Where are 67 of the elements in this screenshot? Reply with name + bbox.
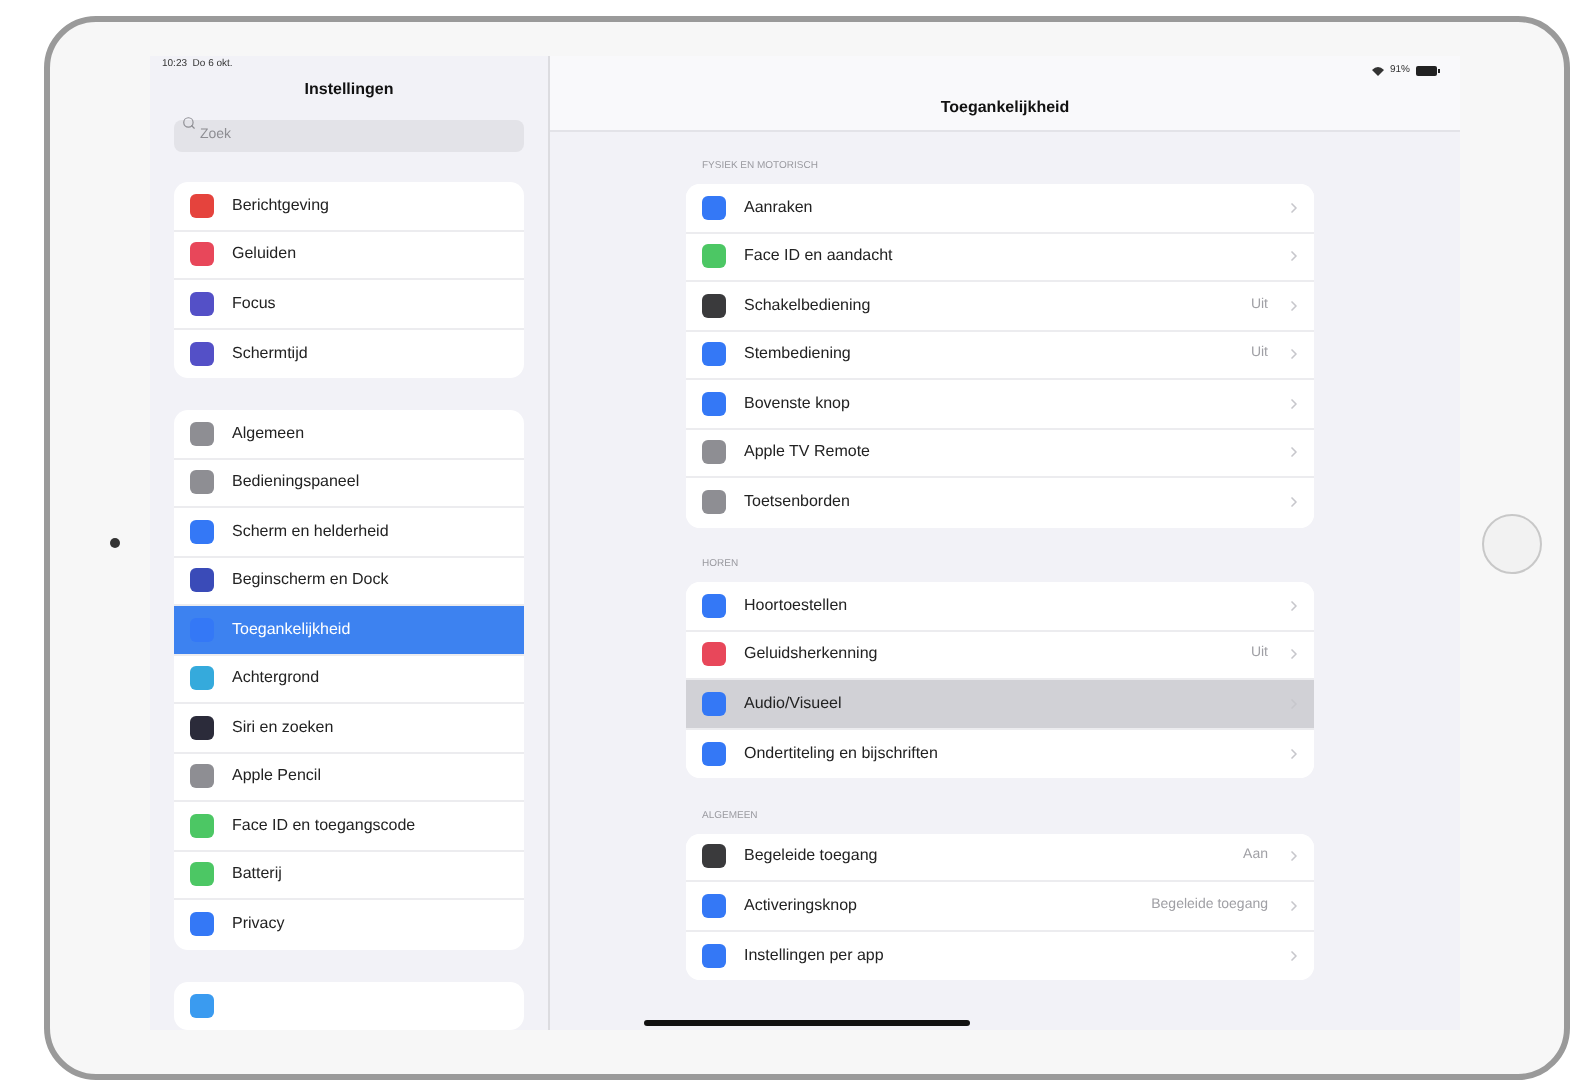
- sidebar-item-label: Apple Pencil: [232, 764, 321, 789]
- sidebar-item[interactable]: Face ID en toegangscode: [174, 802, 524, 851]
- sidebar-item-label: Privacy: [232, 912, 285, 937]
- sidebar-item[interactable]: Toegankelijkheid: [174, 606, 524, 655]
- sidebar-item[interactable]: Schermtijd: [174, 329, 524, 378]
- sidebar-item-label: Face ID en toegangscode: [232, 813, 416, 838]
- sidebar-item-label: Siri en zoeken: [232, 715, 334, 740]
- chevron-icon: [1286, 947, 1302, 964]
- chevron-icon: [1286, 199, 1302, 216]
- sidebar-item-label: Focus: [232, 291, 276, 316]
- sidebar-item[interactable]: Algemeen: [174, 410, 524, 459]
- sidebar-item[interactable]: Siri en zoeken: [174, 704, 524, 753]
- sidebar-item[interactable]: Geluiden: [174, 231, 524, 280]
- sidebar-item-label: Beginscherm en Dock: [232, 568, 389, 593]
- search-icon: [182, 115, 196, 129]
- row-label: Toetsenborden: [744, 490, 852, 515]
- sidebar-item-label: Schermtijd: [232, 341, 308, 366]
- row-label: Hoortoestellen: [744, 593, 850, 618]
- row-label: Instellingen per app: [744, 943, 886, 968]
- settings-row[interactable]: Face ID en aandacht: [686, 233, 1314, 282]
- chevron-icon: [1286, 848, 1302, 865]
- chevron-icon: [1286, 248, 1302, 265]
- chevron-icon: [1286, 646, 1302, 663]
- sidebar-item-label: Berichtgeving: [232, 193, 329, 218]
- row-label: Stembediening: [744, 342, 853, 367]
- sidebar-item[interactable]: Focus: [174, 280, 524, 329]
- sidebar-item[interactable]: Beginscherm en Dock: [174, 557, 524, 606]
- sidebar-item-label: Batterij: [232, 862, 282, 887]
- chevron-icon: [1286, 346, 1302, 363]
- settings-row[interactable]: Apple TV Remote: [686, 429, 1314, 478]
- sidebar-item[interactable]: Batterij: [174, 851, 524, 900]
- sidebar-item[interactable]: Scherm en helderheid: [174, 508, 524, 557]
- sidebar-item-label: Scherm en helderheid: [232, 519, 389, 544]
- row-label: Audio/Visueel: [744, 691, 844, 716]
- sidebar-item[interactable]: [174, 981, 524, 1030]
- home-button[interactable]: [1482, 513, 1542, 573]
- chevron-icon: [1286, 444, 1302, 461]
- chevron-icon: [1286, 494, 1302, 511]
- sidebar-item[interactable]: Bedieningspaneel: [174, 459, 524, 508]
- sidebar-item[interactable]: Achtergrond: [174, 655, 524, 704]
- sidebar-item-label: Algemeen: [232, 421, 305, 446]
- chevron-icon: [1286, 597, 1302, 614]
- row-label: Aanraken: [744, 195, 815, 220]
- row-label: Activeringsknop: [744, 893, 859, 918]
- chevron-icon: [1286, 897, 1302, 914]
- chevron-icon: [1286, 395, 1302, 412]
- row-label: Schakelbediening: [744, 293, 873, 318]
- row-label: Begeleide toegang: [744, 844, 880, 869]
- sidebar-item[interactable]: Apple Pencil: [174, 753, 524, 802]
- row-label: Bovenste knop: [744, 391, 852, 416]
- sidebar-item[interactable]: Privacy: [174, 900, 524, 949]
- settings-row[interactable]: Audio/Visueel: [686, 680, 1314, 729]
- sidebar-item-label: Achtergrond: [232, 666, 320, 691]
- row-label: Apple TV Remote: [744, 440, 872, 465]
- sidebar-title: Instellingen: [304, 78, 394, 103]
- wifi-icon: [1371, 66, 1384, 77]
- chevron-icon: [1286, 745, 1302, 762]
- sidebar-item-label: Toegankelijkheid: [232, 617, 351, 642]
- sidebar-item[interactable]: Berichtgeving: [174, 182, 524, 231]
- row-label: Ondertiteling en bijschriften: [744, 741, 940, 766]
- detail-title: Toegankelijkheid: [940, 96, 1070, 121]
- sidebar-item-label: Bedieningspaneel: [232, 470, 360, 495]
- row-label: Face ID en aandacht: [744, 244, 895, 269]
- chevron-icon: [1286, 297, 1302, 314]
- battery-icon: [1416, 66, 1440, 77]
- row-label: Geluidsherkenning: [744, 642, 880, 667]
- sidebar-item-label: Geluiden: [232, 242, 297, 267]
